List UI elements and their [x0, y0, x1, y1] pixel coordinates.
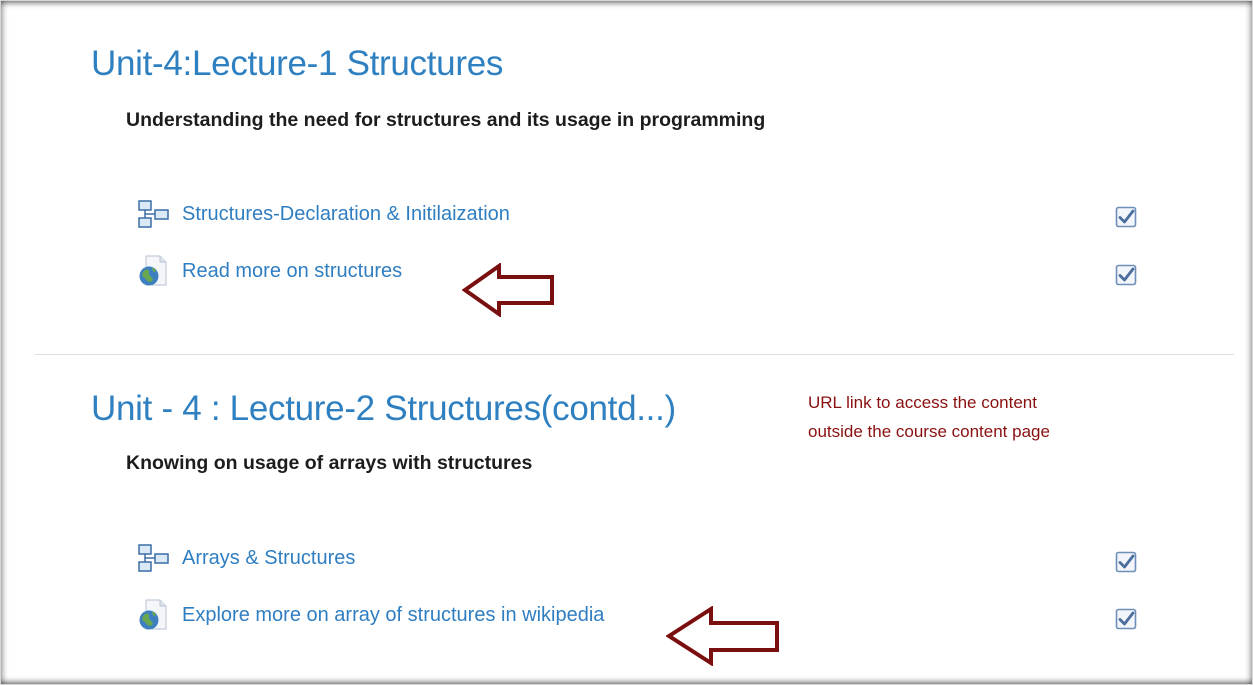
book-icon: [138, 198, 170, 230]
activity-read-more-structures[interactable]: Read more on structures: [138, 256, 402, 286]
section-title-lecture-2: Unit - 4 : Lecture-2 Structures(contd...…: [91, 389, 676, 429]
section-summary-lecture-1: Understanding the need for structures an…: [126, 109, 765, 132]
url-globe-icon: [138, 599, 170, 631]
completion-checkbox-icon[interactable]: [1115, 551, 1137, 573]
annotation-line: URL link to access the content: [808, 388, 1148, 417]
section-divider: [35, 354, 1234, 355]
left-arrow-annotation-icon: [462, 263, 556, 317]
activity-link[interactable]: Explore more on array of structures in w…: [182, 604, 604, 627]
activity-link[interactable]: Arrays & Structures: [182, 547, 355, 570]
section-title-lecture-1: Unit-4:Lecture-1 Structures: [91, 44, 503, 84]
book-icon: [138, 542, 170, 574]
activity-structures-declaration[interactable]: Structures-Declaration & Initilaization: [138, 199, 510, 229]
url-annotation-note: URL link to access the content outside t…: [808, 388, 1148, 446]
completion-checkbox-icon[interactable]: [1115, 608, 1137, 630]
screenshot-frame: [0, 0, 1253, 685]
activity-explore-wikipedia[interactable]: Explore more on array of structures in w…: [138, 600, 604, 630]
section-summary-lecture-2: Knowing on usage of arrays with structur…: [126, 452, 532, 475]
left-arrow-annotation-icon: [666, 606, 781, 666]
annotation-line: outside the course content page: [808, 417, 1148, 446]
url-globe-icon: [138, 255, 170, 287]
activity-arrays-structures[interactable]: Arrays & Structures: [138, 543, 355, 573]
completion-checkbox-icon[interactable]: [1115, 264, 1137, 286]
activity-link[interactable]: Structures-Declaration & Initilaization: [182, 203, 510, 226]
completion-checkbox-icon[interactable]: [1115, 206, 1137, 228]
activity-link[interactable]: Read more on structures: [182, 260, 402, 283]
